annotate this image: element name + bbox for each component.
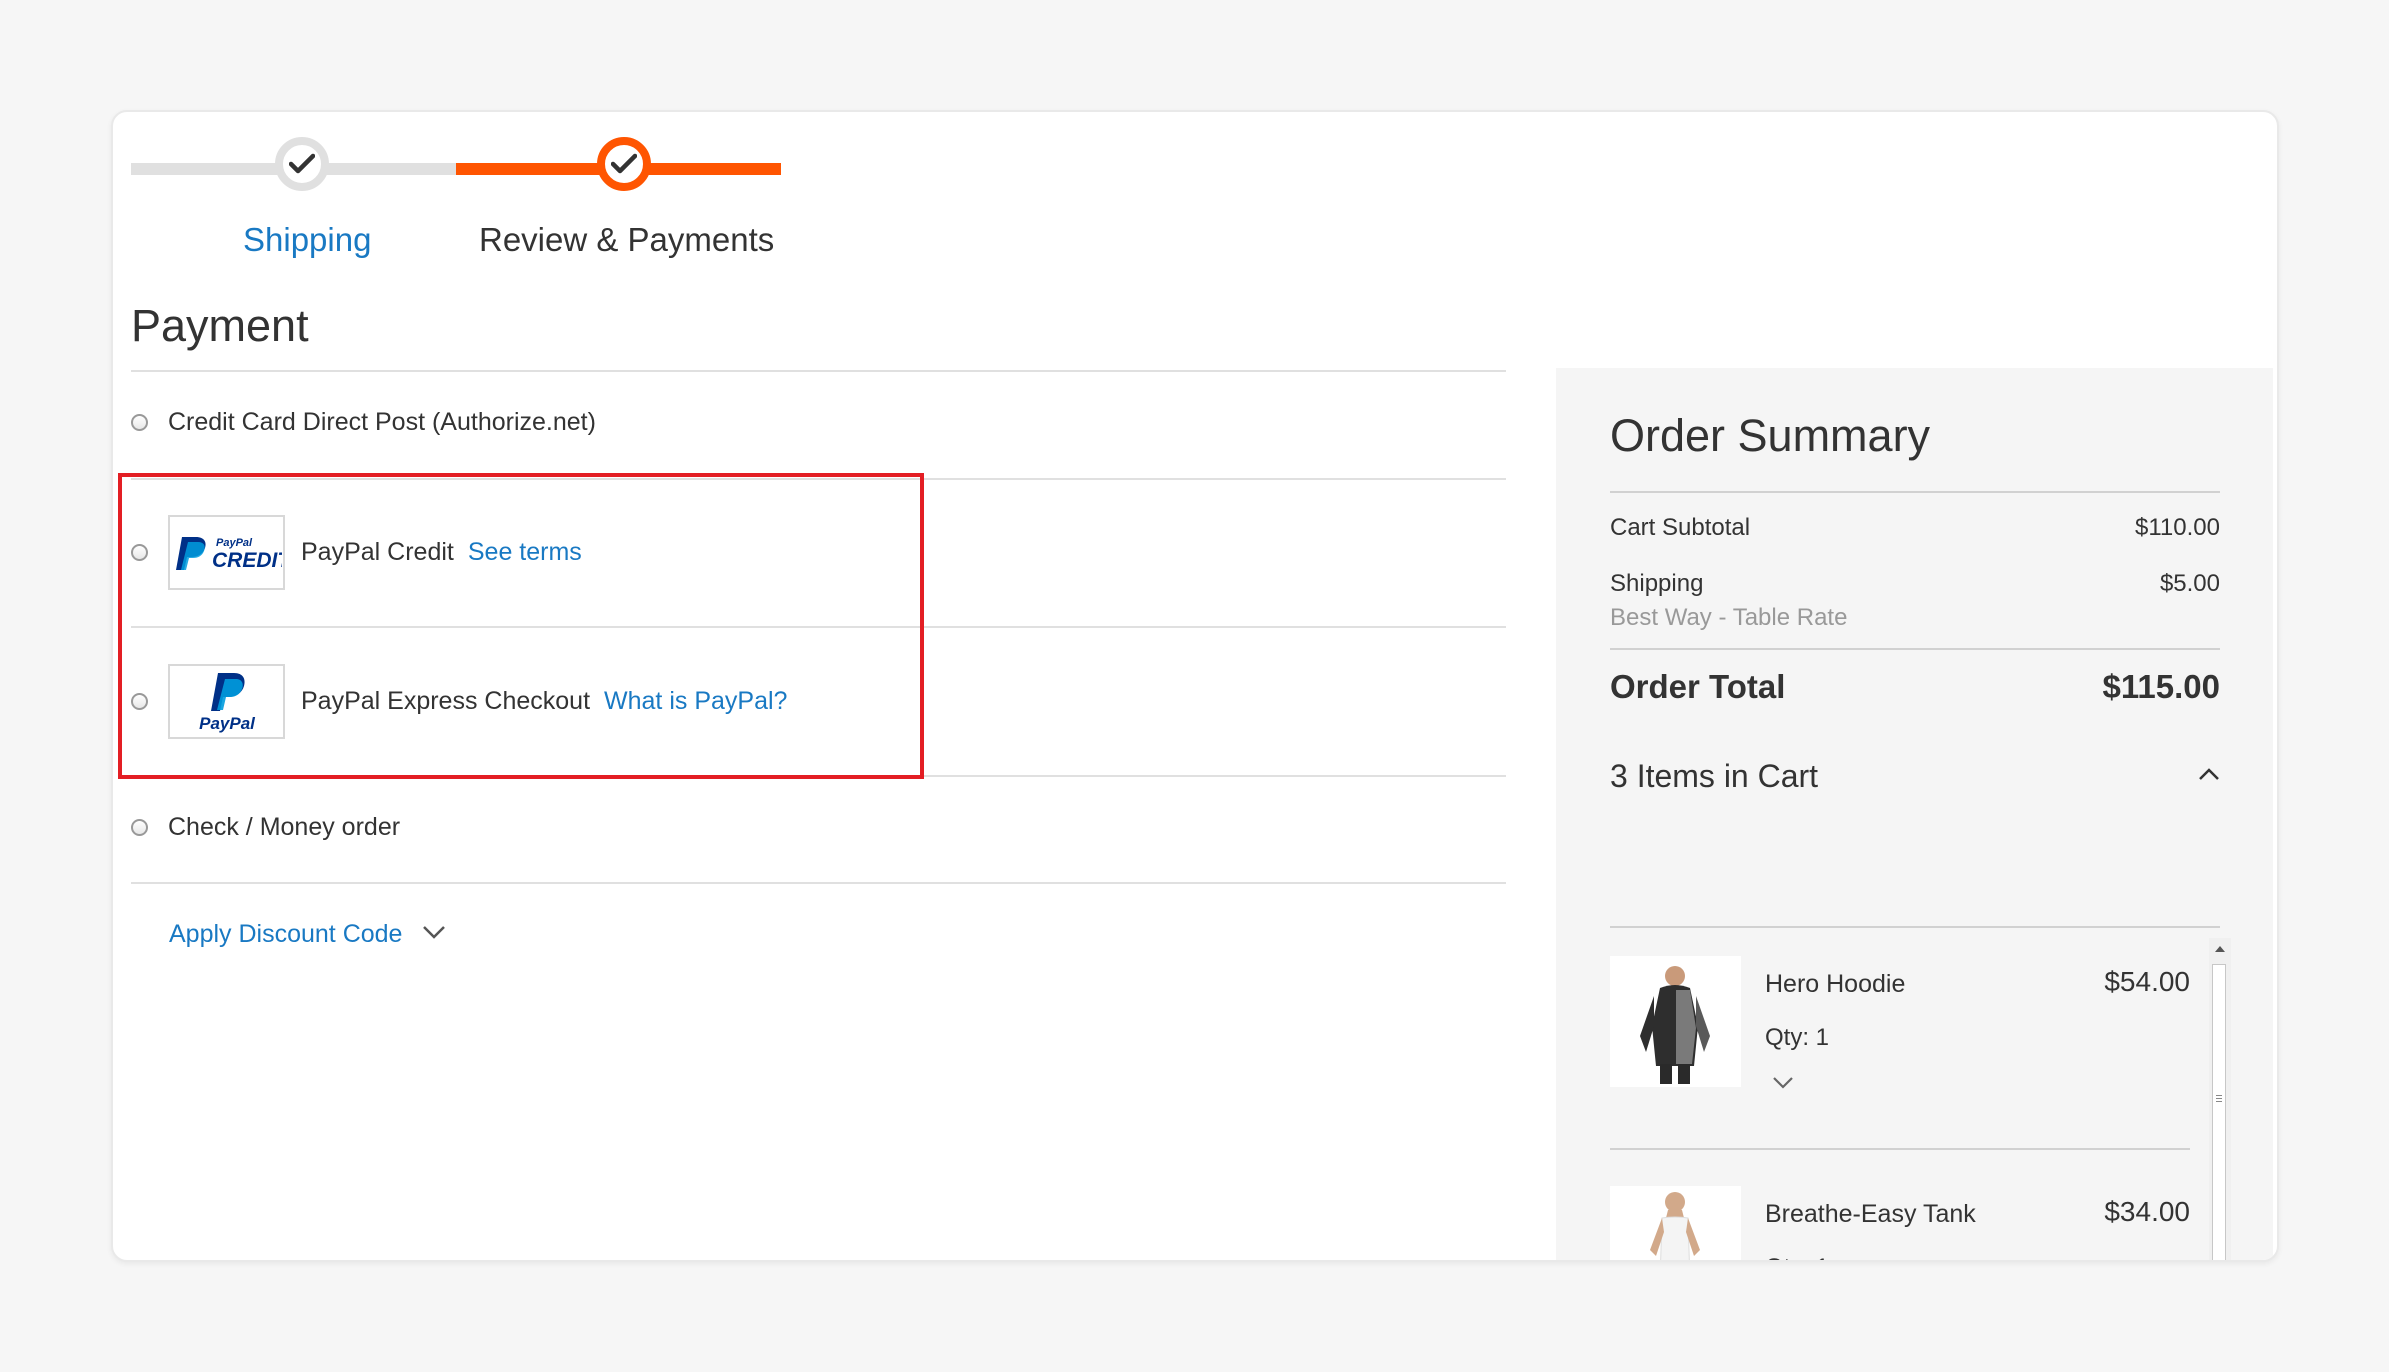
item-price: $34.00 [2104, 1196, 2190, 1227]
payment-method-check[interactable]: Check / Money order [131, 813, 400, 842]
product-image-hero-hoodie[interactable] [1610, 956, 1741, 1087]
summary-divider [1610, 926, 2220, 928]
item-name: Hero Hoodie [1765, 970, 1906, 998]
scrollbar-grip-icon [2216, 1095, 2222, 1104]
product-image-breathe-easy-tank[interactable] [1610, 1186, 1741, 1260]
payment-title: Payment [131, 300, 309, 351]
radio-authorize[interactable] [131, 414, 148, 431]
order-summary-title: Order Summary [1610, 410, 1931, 461]
apply-discount-label: Apply Discount Code [169, 920, 403, 948]
scroll-up-arrow-icon[interactable] [2209, 938, 2231, 958]
items-scrollbar[interactable] [2209, 938, 2231, 1260]
scrollbar-thumb[interactable] [2212, 964, 2226, 1260]
item-divider [1610, 1148, 2190, 1150]
step-shipping[interactable]: Shipping [243, 221, 371, 259]
checkout-card: Shipping Review & Payments Payment Credi… [111, 110, 2279, 1262]
chevron-down-icon[interactable] [1772, 1076, 1794, 1094]
chevron-up-icon[interactable] [2198, 767, 2220, 786]
shipping-step-check-icon [275, 137, 329, 191]
shipping-value: $5.00 [2159, 570, 2220, 597]
cart-item: Hero Hoodie Qty: 1 $54.00 [1610, 956, 2190, 1096]
shipping-method: Best Way - Table Rate [1610, 604, 1848, 631]
item-name: Breathe-Easy Tank [1765, 1200, 1976, 1228]
summary-divider [1610, 648, 2220, 650]
summary-divider [1610, 491, 2220, 493]
highlight-box [118, 473, 924, 779]
cart-subtotal-value: $110.00 [2135, 514, 2220, 541]
apply-discount-toggle[interactable]: Apply Discount Code [169, 920, 446, 949]
cart-item: Breathe-Easy Tank Qty: 1 $34.00 [1610, 1186, 2190, 1260]
payment-method-authorize[interactable]: Credit Card Direct Post (Authorize.net) [131, 408, 596, 437]
order-summary: Order Summary Cart Subtotal $110.00 Ship… [1556, 368, 2273, 1260]
radio-check-money-order[interactable] [131, 819, 148, 836]
items-in-cart-title: 3 Items in Cart [1610, 758, 1819, 794]
order-total-value: $115.00 [2102, 668, 2220, 705]
item-qty: Qty: 1 [1765, 1254, 1829, 1260]
item-qty: Qty: 1 [1765, 1024, 1830, 1051]
checkout-progress: Shipping Review & Payments [131, 137, 791, 287]
step-review-payments: Review & Payments [479, 221, 775, 258]
order-total-label: Order Total [1610, 668, 1786, 705]
divider [131, 882, 1506, 884]
method-label: Credit Card Direct Post (Authorize.net) [168, 408, 596, 436]
divider [131, 370, 1506, 372]
cart-subtotal-label: Cart Subtotal [1610, 514, 1751, 541]
chevron-down-icon [422, 925, 446, 944]
item-price: $54.00 [2104, 966, 2190, 997]
items-in-cart-toggle[interactable]: 3 Items in Cart [1610, 758, 2220, 795]
order-total-row: Order Total $115.00 [1610, 668, 2220, 706]
shipping-label: Shipping [1610, 570, 1704, 597]
shipping-row: Shipping $5.00 [1610, 570, 2220, 598]
cart-subtotal-row: Cart Subtotal $110.00 [1610, 514, 2220, 542]
method-label: Check / Money order [168, 813, 401, 841]
review-step-check-icon [597, 137, 651, 191]
